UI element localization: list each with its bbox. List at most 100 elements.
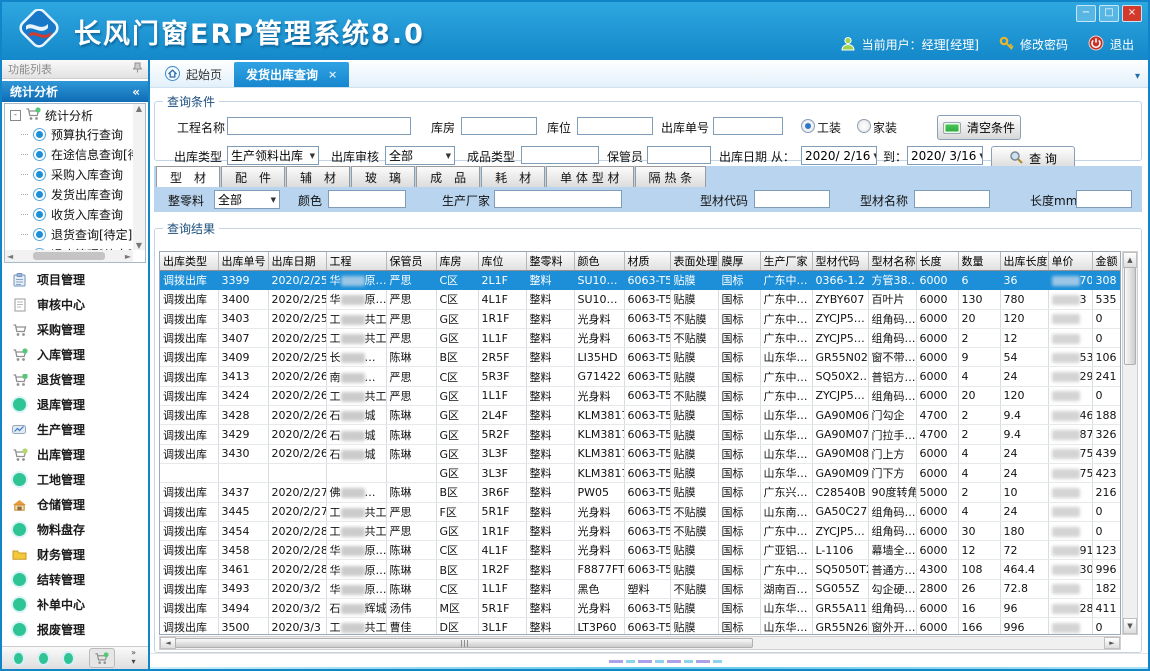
tree-horizontal-scrollbar[interactable]: ◄►	[5, 250, 133, 262]
table-row[interactable]: 调拨出库34302020/2/26石城陈琳G区3L3F整料KLM38176063…	[160, 444, 1121, 463]
table-row[interactable]: 调拨出库34242020/2/26工共工程严思G区1L1F整料光身料6063-T…	[160, 386, 1121, 405]
tree-item[interactable]: 在途信息查询[待	[5, 144, 145, 164]
tab-home[interactable]: 起始页	[153, 62, 234, 87]
table-row[interactable]: 调拨出库34002020/2/25华原…严思C区4L1F整料SU10…6063-…	[160, 290, 1121, 309]
table-row[interactable]: 调拨出库34942020/3/2石辉城汤伟M区5R1F整料光身料6063-T5贴…	[160, 599, 1121, 618]
section-header-statistics[interactable]: 统计分析 «	[2, 81, 148, 102]
order-no-input[interactable]	[713, 117, 783, 135]
sidebar-item-工地管理[interactable]: 工地管理	[2, 467, 148, 492]
grid-vertical-scrollbar[interactable]: ▲ ▼	[1122, 251, 1138, 635]
close-button[interactable]: ×	[1122, 5, 1142, 22]
column-header[interactable]: 型材名称	[868, 252, 916, 271]
column-header[interactable]: 型材代码	[812, 252, 868, 271]
column-header[interactable]: 整零料	[526, 252, 574, 271]
home-radio[interactable]	[857, 119, 871, 133]
footer-cart-button[interactable]	[89, 648, 115, 668]
length-input[interactable]	[1076, 190, 1132, 208]
column-header[interactable]: 保管员	[386, 252, 436, 271]
profile-code-input[interactable]	[754, 190, 830, 208]
sidebar-item-采购管理[interactable]: 采购管理	[2, 317, 148, 342]
maximize-button[interactable]: □	[1099, 5, 1119, 22]
tab-close-icon[interactable]: ×	[328, 68, 337, 81]
table-row[interactable]: 调拨出库34612020/2/28华原…陈琳B区1R2F整料F8877FT606…	[160, 560, 1121, 579]
sidebar-item-报废管理[interactable]: 报废管理	[2, 617, 148, 642]
horizontal-scroll-thumb[interactable]	[175, 638, 753, 648]
table-row[interactable]: 调拨出库34932020/3/2华原…陈琳C区1L1F整料黑色塑料不贴膜国标湖南…	[160, 579, 1121, 598]
warehouse-input[interactable]	[461, 117, 537, 135]
column-header[interactable]: 表面处理	[670, 252, 718, 271]
table-row[interactable]: 调拨出库35002020/3/3工共工程曹佳D区3L1F整料LT3P606063…	[160, 618, 1121, 635]
column-header[interactable]: 出库单号	[218, 252, 268, 271]
home-radio-label[interactable]: 家装	[873, 119, 897, 136]
tree-item[interactable]: 退货查询[待定]	[5, 224, 145, 244]
minimize-button[interactable]: −	[1076, 5, 1096, 22]
sidebar-item-财务管理[interactable]: 财务管理	[2, 542, 148, 567]
tree-item[interactable]: 采购入库查询	[5, 164, 145, 184]
grid-horizontal-scrollbar[interactable]: ◄ ►	[159, 636, 1121, 650]
material-tab[interactable]: 玻 璃	[351, 166, 415, 187]
table-row[interactable]: 调拨出库34292020/2/26石城陈琳G区5R2F整料KLM38176063…	[160, 425, 1121, 444]
sidebar-item-结转管理[interactable]: 结转管理	[2, 567, 148, 592]
sidebar-item-物料盘存[interactable]: 物料盘存	[2, 517, 148, 542]
table-row[interactable]: 调拨出库34282020/2/26石城陈琳G区2L4F整料KLM38176063…	[160, 406, 1121, 425]
tree-vertical-scrollbar[interactable]: ▲▼	[133, 104, 145, 250]
audit-select[interactable]: 全部▼	[385, 146, 455, 165]
column-header[interactable]: 库房	[436, 252, 478, 271]
tree-item[interactable]: 收货入库查询	[5, 204, 145, 224]
sidebar-item-项目管理[interactable]: 项目管理	[2, 267, 148, 292]
project-name-input[interactable]	[227, 117, 411, 135]
column-header[interactable]: 单价	[1048, 252, 1092, 271]
column-header[interactable]: 膜厚	[718, 252, 760, 271]
product-type-input[interactable]	[521, 146, 599, 164]
column-header[interactable]: 工程	[326, 252, 386, 271]
profile-name-input[interactable]	[914, 190, 990, 208]
column-header[interactable]: 长度	[916, 252, 958, 271]
table-row[interactable]: 调拨出库34452020/2/27工共工程严思F区5R1F整料光身料6063-T…	[160, 502, 1121, 521]
scroll-down-icon[interactable]: ▼	[1123, 618, 1137, 634]
color-input[interactable]	[328, 190, 406, 208]
sidebar-item-退货管理[interactable]: 退货管理	[2, 367, 148, 392]
sidebar-item-审核中心[interactable]: 审核中心	[2, 292, 148, 317]
column-header[interactable]: 库位	[478, 252, 526, 271]
scroll-right-icon[interactable]: ►	[1104, 637, 1120, 649]
change-password-link[interactable]: 修改密码	[1020, 36, 1068, 53]
tree-expander-icon[interactable]: -	[10, 110, 21, 121]
material-tab[interactable]: 单 体 型 材	[546, 166, 633, 187]
industrial-radio[interactable]	[801, 119, 815, 133]
location-input[interactable]	[577, 117, 653, 135]
table-row[interactable]: 调拨出库34542020/2/28工共工程严思G区1R1F整料光身料6063-T…	[160, 521, 1121, 540]
material-tab[interactable]: 成 品	[416, 166, 480, 187]
manufacturer-input[interactable]	[494, 190, 622, 208]
column-header[interactable]: 金额	[1092, 252, 1121, 271]
vertical-scroll-thumb[interactable]	[1124, 267, 1136, 365]
tab-shipping-outbound-query[interactable]: 发货出库查询 ×	[234, 62, 349, 87]
date-from-select[interactable]: 2020/ 2/16▼	[801, 146, 877, 165]
table-row[interactable]: 调拨出库34372020/2/27佛…陈琳B区3R6F整料PW056063-T5…	[160, 483, 1121, 502]
column-header[interactable]: 出库类型	[160, 252, 218, 271]
footer-dot-icon[interactable]	[14, 653, 23, 664]
tree-item[interactable]: 预算执行查询	[5, 124, 145, 144]
sidebar-item-生产管理[interactable]: 生产管理	[2, 417, 148, 442]
collapse-icon[interactable]: «	[132, 85, 140, 99]
scroll-up-icon[interactable]: ▲	[1123, 252, 1137, 268]
tab-overflow-icon[interactable]: ▾	[1135, 71, 1140, 82]
material-tab[interactable]: 辅 材	[286, 166, 350, 187]
whole-part-select[interactable]: 全部▼	[214, 190, 280, 209]
sidebar-item-入库管理[interactable]: 入库管理	[2, 342, 148, 367]
sidebar-item-补单中心[interactable]: 补单中心	[2, 592, 148, 617]
column-header[interactable]: 出库日期	[268, 252, 326, 271]
sidebar-item-出库管理[interactable]: 出库管理	[2, 442, 148, 467]
logout-button[interactable]: 退出	[1110, 36, 1134, 53]
sidebar-item-仓储管理[interactable]: 仓储管理	[2, 492, 148, 517]
column-header[interactable]: 出库长度	[1000, 252, 1048, 271]
footer-dot-icon[interactable]	[39, 653, 48, 664]
sidebar-item-退库管理[interactable]: 退库管理	[2, 392, 148, 417]
clear-button[interactable]: 清空条件	[937, 115, 1021, 140]
table-row[interactable]: 调拨出库34582020/2/28华原…陈琳C区4L1F整料光身料6063-T5…	[160, 541, 1121, 560]
table-row[interactable]: 调拨出库34072020/2/25工共工程严思G区1L1F整料光身料6063-T…	[160, 328, 1121, 347]
table-row[interactable]: G区3L3F整料KLM38176063-T5贴膜国标山东华…GA90M09.门下…	[160, 463, 1121, 482]
column-header[interactable]: 材质	[624, 252, 670, 271]
table-row[interactable]: 调拨出库34032020/2/25工共工程严思G区1R1F整料光身料6063-T…	[160, 309, 1121, 328]
keeper-input[interactable]	[647, 146, 711, 164]
table-row[interactable]: 调拨出库34092020/2/25长…陈琳B区2R5F整料LI35HD6063-…	[160, 348, 1121, 367]
